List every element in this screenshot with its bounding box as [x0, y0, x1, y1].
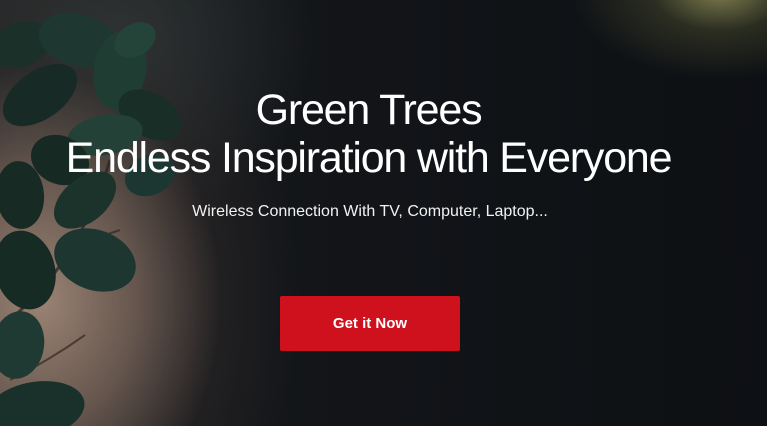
- hero-content: Green Trees Endless Inspiration with Eve…: [0, 0, 767, 426]
- hero-banner: Green Trees Endless Inspiration with Eve…: [0, 0, 767, 426]
- hero-subtitle: Wireless Connection With TV, Computer, L…: [192, 203, 548, 220]
- hero-title-line-1: Green Trees: [255, 86, 483, 134]
- hero-title-line-2: Endless Inspiration with Everyone: [65, 134, 673, 182]
- get-it-now-button[interactable]: Get it Now: [280, 296, 460, 351]
